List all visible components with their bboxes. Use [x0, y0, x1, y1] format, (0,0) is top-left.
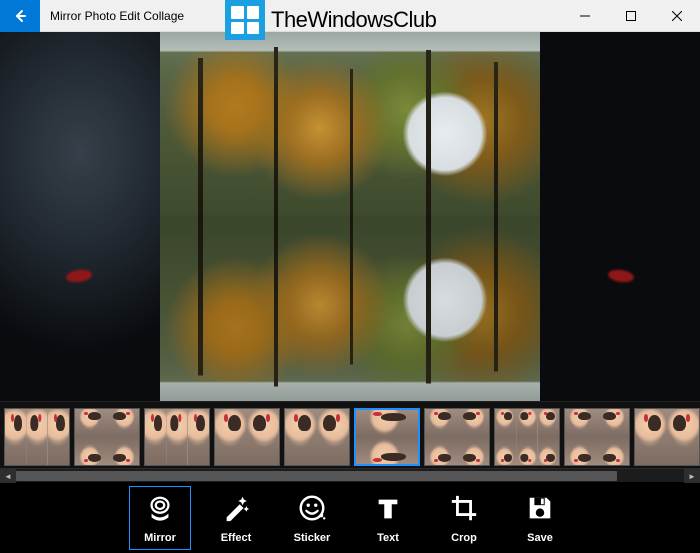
- maximize-button[interactable]: [608, 0, 654, 32]
- thumbnail-mirror-2row-vflip[interactable]: [354, 408, 420, 466]
- title-bar: Mirror Photo Edit Collage TheWindowsClub: [0, 0, 700, 32]
- preview-bottom-half: [160, 217, 540, 402]
- watermark-text: TheWindowsClub: [271, 7, 436, 33]
- thumbnail-mirror-2col-hflip[interactable]: [214, 408, 280, 466]
- thumbnail-mirror-2x2-c[interactable]: [564, 408, 630, 466]
- effect-label: Effect: [221, 532, 252, 544]
- maximize-icon: [626, 11, 636, 21]
- thumbnail-mirror-2x2-a[interactable]: [74, 408, 140, 466]
- crop-label: Crop: [451, 532, 477, 544]
- mirror-label: Mirror: [144, 532, 176, 544]
- mirror-icon: [145, 493, 175, 528]
- preview-canvas[interactable]: [160, 32, 540, 401]
- close-icon: [672, 11, 682, 21]
- thumbnail-mirror-3col[interactable]: [4, 408, 70, 466]
- thumbnail-mirror-3col-b[interactable]: [144, 408, 210, 466]
- scroll-right-button[interactable]: ►: [684, 469, 700, 483]
- crop-icon: [449, 493, 479, 528]
- sticker-label: Sticker: [294, 532, 331, 544]
- save-label: Save: [527, 532, 553, 544]
- mirror-tool[interactable]: Mirror: [129, 486, 191, 550]
- scroll-handle[interactable]: [16, 471, 617, 481]
- effect-icon: [221, 493, 251, 528]
- watermark-logo-icon: [225, 0, 265, 40]
- save-tool[interactable]: Save: [509, 486, 571, 550]
- editor-stage: [0, 32, 700, 401]
- minimize-icon: [580, 11, 590, 21]
- scroll-track[interactable]: [16, 469, 684, 482]
- thumbnail-strip: ◄ ►: [0, 401, 700, 482]
- sticker-tool[interactable]: Sticker: [281, 486, 343, 550]
- save-icon: [525, 493, 555, 528]
- arrow-left-icon: [12, 8, 28, 24]
- thumbnail-mirror-2x2-b[interactable]: [424, 408, 490, 466]
- watermark: TheWindowsClub: [225, 0, 436, 40]
- app-title: Mirror Photo Edit Collage: [50, 9, 184, 23]
- thumbnail-mirror-2col[interactable]: [284, 408, 350, 466]
- thumbnail-mirror-2col-c[interactable]: [634, 408, 700, 466]
- thumbnail-mirror-3x2[interactable]: [494, 408, 560, 466]
- close-button[interactable]: [654, 0, 700, 32]
- window-controls: [562, 0, 700, 32]
- effect-tool[interactable]: Effect: [205, 486, 267, 550]
- thumb-scrollbar[interactable]: ◄ ►: [0, 468, 700, 482]
- back-button[interactable]: [0, 0, 40, 32]
- scroll-left-button[interactable]: ◄: [0, 469, 16, 483]
- bottom-toolbar: Mirror Effect Sticker Text Crop Save: [0, 482, 700, 553]
- text-tool[interactable]: Text: [357, 486, 419, 550]
- preview-top-half: [160, 32, 540, 217]
- text-label: Text: [377, 532, 399, 544]
- text-icon: [373, 493, 403, 528]
- crop-tool[interactable]: Crop: [433, 486, 495, 550]
- minimize-button[interactable]: [562, 0, 608, 32]
- sticker-icon: [297, 493, 327, 528]
